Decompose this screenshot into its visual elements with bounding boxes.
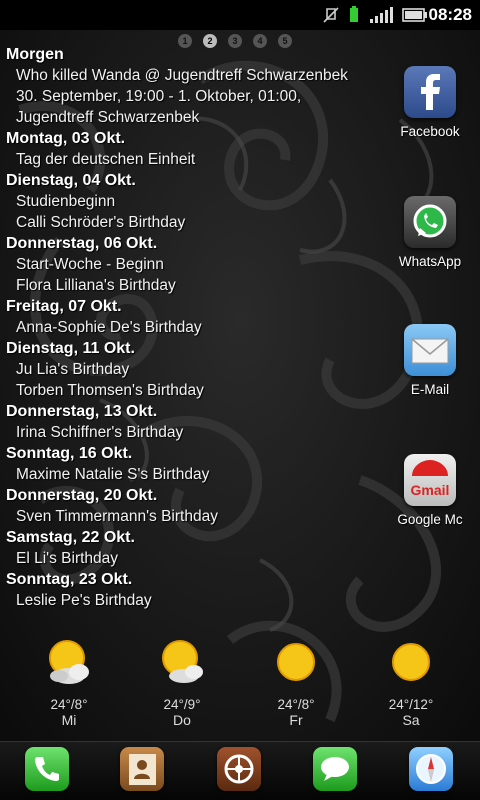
page-indicator: 1 2 3 4 5 (178, 34, 292, 48)
app-gmail[interactable]: Gmail Google Mc (380, 454, 480, 527)
weather-forecast-widget[interactable]: 24°/8° Mi 24°/9° Do 24°/8° Fr 24°/12° Sa (0, 636, 480, 736)
forecast-day: 24°/8° Fr (256, 636, 336, 728)
event-item[interactable]: Tag der deutschen Einheit (6, 149, 376, 170)
app-label: Facebook (400, 124, 460, 139)
forecast-day: 24°/8° Mi (29, 636, 109, 728)
event-item[interactable]: Torben Thomsen's Birthday (6, 380, 376, 401)
day-header: Freitag, 07 Okt. (6, 298, 122, 315)
day-header: Dienstag, 04 Okt. (6, 172, 136, 189)
page-dot[interactable]: 4 (253, 34, 267, 48)
app-email[interactable]: E-Mail (380, 324, 480, 397)
mute-icon (322, 6, 340, 29)
event-item[interactable]: 30. September, 19:00 - 1. Oktober, 01:00… (6, 86, 376, 107)
event-item[interactable]: Maxime Natalie S's Birthday (6, 464, 376, 485)
event-item[interactable]: Who killed Wanda @ Jugendtreff Schwarzen… (6, 65, 376, 86)
day-header: Sonntag, 23 Okt. (6, 571, 133, 588)
event-item[interactable]: Sven Timmermann's Birthday (6, 506, 376, 527)
forecast-temp: 24°/12° (388, 697, 434, 712)
event-item[interactable]: Anna-Sophie De's Birthday (6, 317, 376, 338)
app-drawer-icon[interactable] (217, 747, 261, 791)
whatsapp-icon (404, 196, 456, 248)
forecast-temp: 24°/9° (163, 697, 201, 712)
status-bar: 08:28 (0, 0, 480, 30)
app-label: WhatsApp (398, 254, 462, 269)
day-header: Donnerstag, 13 Okt. (6, 403, 158, 420)
sun-icon (392, 643, 430, 681)
forecast-day-label: Mi (61, 712, 77, 728)
contacts-icon[interactable] (120, 747, 164, 791)
event-item[interactable]: Studienbeginn (6, 191, 376, 212)
app-whatsapp[interactable]: WhatsApp (380, 196, 480, 269)
page-dot[interactable]: 3 (228, 34, 242, 48)
sun-cloud-icon (162, 640, 203, 683)
dock (0, 741, 480, 800)
svg-text:Gmail: Gmail (411, 482, 450, 498)
usb-battery-icon (348, 6, 360, 29)
page-dot[interactable]: 1 (178, 34, 192, 48)
day-header: Donnerstag, 06 Okt. (6, 235, 158, 252)
forecast-day-label: Fr (289, 712, 303, 728)
event-item[interactable]: Jugendtreff Schwarzenbek (6, 107, 376, 128)
email-icon (404, 324, 456, 376)
calendar-agenda-widget[interactable]: Morgen Who killed Wanda @ Jugendtreff Sc… (6, 44, 376, 612)
page-dot[interactable]: 5 (278, 34, 292, 48)
event-item[interactable]: Leslie Pe's Birthday (6, 590, 376, 611)
event-item[interactable]: Ju Lia's Birthday (6, 359, 376, 380)
app-label: Google Mc (397, 512, 463, 527)
clock: 08:28 (428, 5, 472, 24)
phone-icon[interactable] (25, 747, 69, 791)
event-item[interactable]: Irina Schiffner's Birthday (6, 422, 376, 443)
signal-icon (370, 6, 394, 29)
forecast-temp: 24°/8° (50, 697, 88, 712)
forecast-temp: 24°/8° (277, 697, 315, 712)
event-item[interactable]: Flora Lilliana's Birthday (6, 275, 376, 296)
app-label: E-Mail (410, 382, 450, 397)
day-header: Donnerstag, 20 Okt. (6, 487, 158, 504)
event-item[interactable]: Start-Woche - Beginn (6, 254, 376, 275)
forecast-day-label: Do (173, 712, 191, 728)
browser-icon[interactable] (409, 747, 453, 791)
sun-cloud-icon (49, 640, 89, 684)
day-header: Samstag, 22 Okt. (6, 529, 135, 546)
facebook-icon (404, 66, 456, 118)
forecast-day: 24°/12° Sa (371, 636, 451, 728)
forecast-day-label: Sa (402, 712, 420, 728)
day-header: Dienstag, 11 Okt. (6, 340, 135, 357)
day-header: Sonntag, 16 Okt. (6, 445, 133, 462)
forecast-day: 24°/9° Do (142, 636, 222, 728)
event-item[interactable]: Calli Schröder's Birthday (6, 212, 376, 233)
app-facebook[interactable]: Facebook (380, 66, 480, 139)
battery-icon (402, 6, 428, 29)
messages-icon[interactable] (313, 747, 357, 791)
day-header: Montag, 03 Okt. (6, 130, 126, 147)
event-item[interactable]: El Li's Birthday (6, 548, 376, 569)
gmail-icon: Gmail (404, 454, 456, 506)
page-dot-active[interactable]: 2 (203, 34, 217, 48)
sun-icon (277, 643, 315, 681)
